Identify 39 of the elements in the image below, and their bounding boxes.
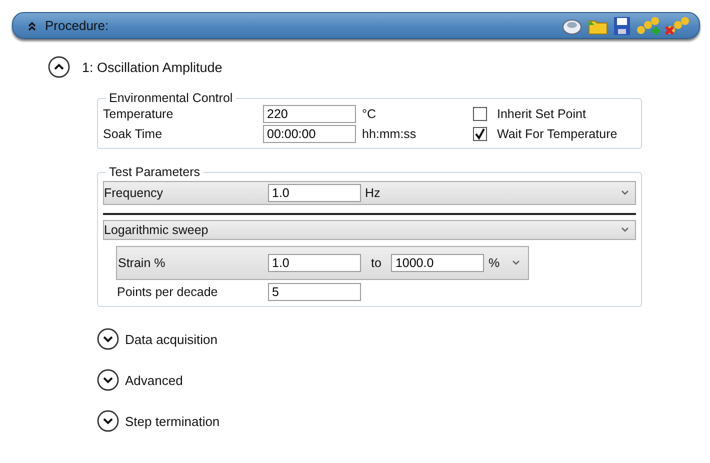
caret-icon[interactable]: [621, 190, 629, 196]
collapse-icon[interactable]: [48, 56, 70, 78]
header-title: Procedure:: [45, 18, 110, 33]
step-title: 1: Oscillation Amplitude: [82, 60, 222, 74]
input-field[interactable]: 1.0: [268, 184, 361, 202]
save-icon[interactable]: [613, 16, 631, 36]
field-label: Points per decade: [117, 285, 219, 299]
remove-icon[interactable]: [665, 16, 691, 36]
input-field[interactable]: 00:00:00: [263, 125, 356, 143]
checkbox[interactable]: [473, 127, 487, 141]
range-label: to: [370, 256, 382, 270]
unit-label: °C: [361, 107, 378, 121]
field-label: Strain %: [117, 256, 166, 270]
expand-icon[interactable]: [97, 328, 119, 350]
checkbox[interactable]: [473, 107, 487, 121]
sweep-dropdown[interactable]: Logarithmic sweep: [103, 220, 636, 240]
frequency-dropdown[interactable]: Frequency 1.0 Hz: [103, 181, 636, 205]
section-title[interactable]: Step termination: [125, 414, 220, 428]
checkbox-label: Inherit Set Point: [497, 107, 587, 121]
input-field[interactable]: 220: [263, 105, 356, 123]
unit-label: hh:mm:ss: [361, 127, 418, 141]
group-legend: Test Parameters: [106, 165, 204, 179]
caret-icon[interactable]: [512, 260, 520, 266]
caret-icon[interactable]: [621, 227, 629, 233]
input-field[interactable]: 5: [268, 283, 361, 301]
input-field[interactable]: 1000.0: [391, 254, 484, 272]
field-label: Temperature: [103, 107, 174, 121]
field-label: Frequency: [104, 186, 164, 200]
collapse-icon[interactable]: [27, 20, 37, 30]
group-legend: Environmental Control: [106, 91, 236, 105]
expand-icon[interactable]: [97, 410, 119, 432]
section-title[interactable]: Advanced: [125, 372, 183, 388]
section-title[interactable]: Data acquisition: [125, 332, 218, 346]
field-label: Soak Time: [103, 127, 164, 141]
unit-label: Hz: [364, 186, 380, 200]
input-field[interactable]: 1.0: [268, 254, 361, 272]
unit-label: %: [487, 256, 500, 270]
expand-icon[interactable]: [97, 369, 119, 391]
checkbox-label: Wait For Temperature: [497, 127, 618, 141]
